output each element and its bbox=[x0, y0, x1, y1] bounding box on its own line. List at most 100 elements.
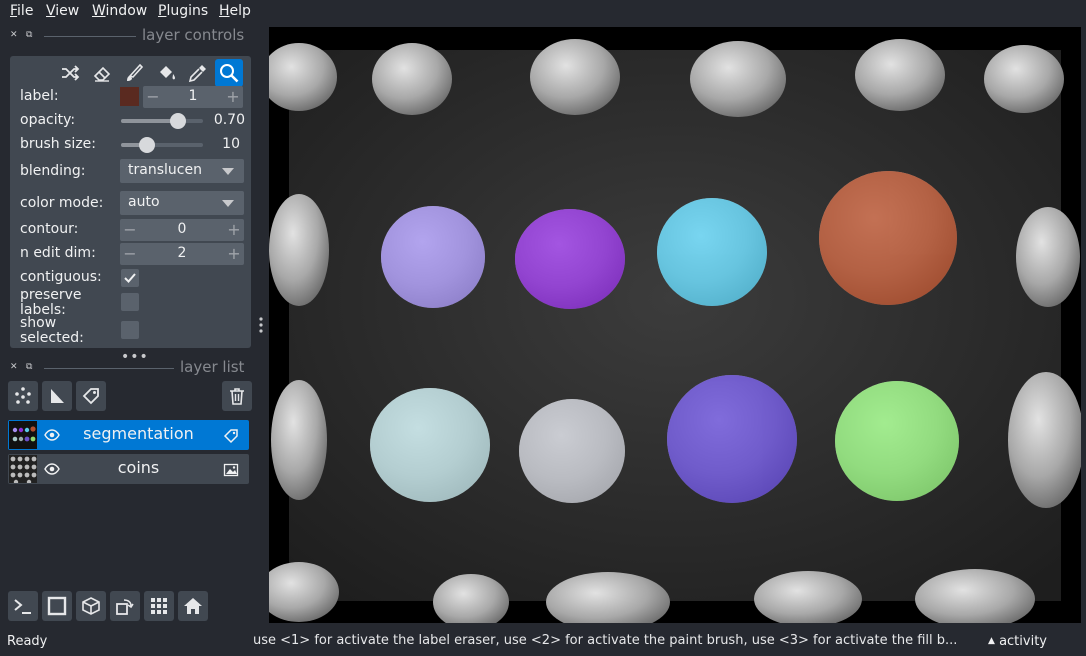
image-icon bbox=[223, 463, 239, 477]
increment-icon[interactable]: + bbox=[224, 243, 244, 265]
activity-button[interactable]: ▲ activity bbox=[988, 634, 1047, 649]
roll-dims-button[interactable] bbox=[76, 591, 106, 621]
layer-thumbnail bbox=[9, 421, 37, 449]
dock-splitter-handle[interactable]: ••• bbox=[121, 349, 149, 365]
delete-layer-button[interactable] bbox=[222, 381, 252, 411]
checkmark-icon bbox=[124, 273, 136, 283]
opacity-slider[interactable] bbox=[121, 113, 203, 129]
ndisplay-button[interactable] bbox=[42, 591, 72, 621]
reset-view-button[interactable] bbox=[178, 591, 208, 621]
n-edit-dim-stepper[interactable]: − 2 + bbox=[120, 243, 244, 265]
new-points-layer-button[interactable] bbox=[8, 381, 38, 411]
chevron-down-icon bbox=[222, 200, 234, 207]
preserve-labels-checkbox[interactable] bbox=[121, 293, 139, 311]
chevron-up-icon: ▲ bbox=[988, 636, 995, 646]
rotate-icon bbox=[116, 599, 134, 615]
dock-title-rule bbox=[44, 368, 174, 369]
menu-plugins[interactable]: Plugins bbox=[158, 3, 208, 19]
menu-view[interactable]: View bbox=[46, 3, 79, 19]
layer-name: segmentation bbox=[83, 424, 194, 443]
contiguous-checkbox[interactable] bbox=[121, 269, 139, 287]
transpose-button[interactable] bbox=[110, 591, 140, 621]
eraser-button[interactable] bbox=[88, 59, 116, 87]
pan-zoom-button[interactable] bbox=[215, 59, 243, 87]
increment-icon[interactable]: + bbox=[224, 219, 244, 241]
brush-size-value: 10 bbox=[222, 136, 240, 152]
grid-icon bbox=[151, 598, 167, 614]
home-icon bbox=[184, 598, 202, 614]
color-picker-button[interactable] bbox=[184, 59, 212, 87]
blending-dropdown[interactable]: translucen bbox=[120, 159, 244, 183]
menu-file[interactable]: File bbox=[10, 3, 33, 19]
status-bar: Ready use <1> for activate the label era… bbox=[0, 630, 1086, 656]
label-tag-icon bbox=[82, 388, 99, 405]
paint-brush-button[interactable] bbox=[120, 59, 148, 87]
n-edit-dim-label: n edit dim: bbox=[20, 245, 96, 261]
contiguous-label: contiguous: bbox=[20, 269, 102, 285]
new-shapes-layer-button[interactable] bbox=[42, 381, 72, 411]
increment-icon[interactable]: + bbox=[223, 86, 243, 108]
trash-icon bbox=[230, 388, 244, 405]
shuffle-colors-button[interactable] bbox=[56, 59, 84, 87]
console-button[interactable] bbox=[8, 591, 38, 621]
decrement-icon[interactable]: − bbox=[120, 243, 140, 265]
color-mode-dropdown[interactable]: auto bbox=[120, 191, 244, 215]
help-hint-text: use <1> for activate the label eraser, u… bbox=[253, 633, 958, 648]
chevron-down-icon bbox=[222, 168, 234, 175]
label-value: 1 bbox=[188, 88, 198, 104]
layer-row-segmentation[interactable]: segmentation bbox=[8, 420, 249, 450]
points-icon bbox=[15, 387, 31, 404]
shapes-icon bbox=[51, 389, 64, 403]
decrement-icon[interactable]: − bbox=[143, 86, 163, 108]
panel-splitter-handle[interactable] bbox=[257, 316, 265, 334]
layer-row-coins[interactable]: coins bbox=[8, 454, 249, 484]
fill-bucket-button[interactable] bbox=[152, 59, 180, 87]
layer-thumbnail bbox=[9, 455, 37, 483]
color-mode-label: color mode: bbox=[20, 195, 104, 211]
brush-size-slider[interactable] bbox=[121, 137, 203, 153]
grid-view-button[interactable] bbox=[144, 591, 174, 621]
terminal-icon bbox=[14, 599, 31, 614]
opacity-label: opacity: bbox=[20, 112, 76, 128]
eye-icon[interactable] bbox=[44, 462, 60, 476]
label-label: label: bbox=[20, 88, 59, 104]
layer-name: coins bbox=[117, 458, 160, 477]
decrement-icon[interactable]: − bbox=[120, 219, 140, 241]
label-color-swatch[interactable] bbox=[120, 87, 139, 106]
blending-value: translucen bbox=[128, 162, 202, 178]
square-2d-icon bbox=[47, 596, 67, 616]
label-tag-icon bbox=[223, 429, 238, 444]
shuffle-colors-icon bbox=[62, 65, 80, 81]
pan-zoom-icon bbox=[220, 64, 239, 83]
label-stepper[interactable]: − 1 + bbox=[143, 86, 243, 108]
opacity-value: 0.70 bbox=[213, 112, 245, 128]
coins-image[interactable] bbox=[269, 27, 1081, 623]
contour-value: 0 bbox=[177, 221, 187, 237]
color-mode-value: auto bbox=[128, 194, 160, 210]
blending-label: blending: bbox=[20, 163, 86, 179]
preserve-labels-label: preserve labels: bbox=[20, 287, 82, 318]
dock-close-icon[interactable]: ✕ bbox=[10, 30, 20, 40]
paint-brush-icon bbox=[127, 63, 144, 81]
n-edit-dim-value: 2 bbox=[177, 245, 187, 261]
menu-window[interactable]: Window bbox=[92, 3, 147, 19]
eye-icon[interactable] bbox=[44, 428, 60, 442]
layer-controls-title: layer controls bbox=[142, 26, 245, 44]
viewer-canvas[interactable] bbox=[269, 27, 1081, 623]
color-picker-icon bbox=[188, 65, 206, 83]
vertical-dots-icon bbox=[259, 317, 263, 333]
contour-stepper[interactable]: − 0 + bbox=[120, 219, 244, 241]
layer-list-title: layer list bbox=[180, 358, 245, 376]
eraser-icon bbox=[93, 66, 111, 82]
dock-close-icon[interactable]: ✕ bbox=[10, 362, 20, 372]
dock-title-rule bbox=[44, 36, 136, 37]
brush-size-label: brush size: bbox=[20, 136, 96, 152]
show-selected-checkbox[interactable] bbox=[121, 321, 139, 339]
dock-float-icon[interactable]: ⧉ bbox=[26, 30, 36, 40]
status-text: Ready bbox=[7, 634, 48, 649]
new-labels-layer-button[interactable] bbox=[76, 381, 106, 411]
menu-help[interactable]: Help bbox=[219, 3, 251, 19]
contour-label: contour: bbox=[20, 221, 79, 237]
menubar: File View Window Plugins Help bbox=[0, 0, 1086, 24]
dock-float-icon[interactable]: ⧉ bbox=[26, 362, 36, 372]
